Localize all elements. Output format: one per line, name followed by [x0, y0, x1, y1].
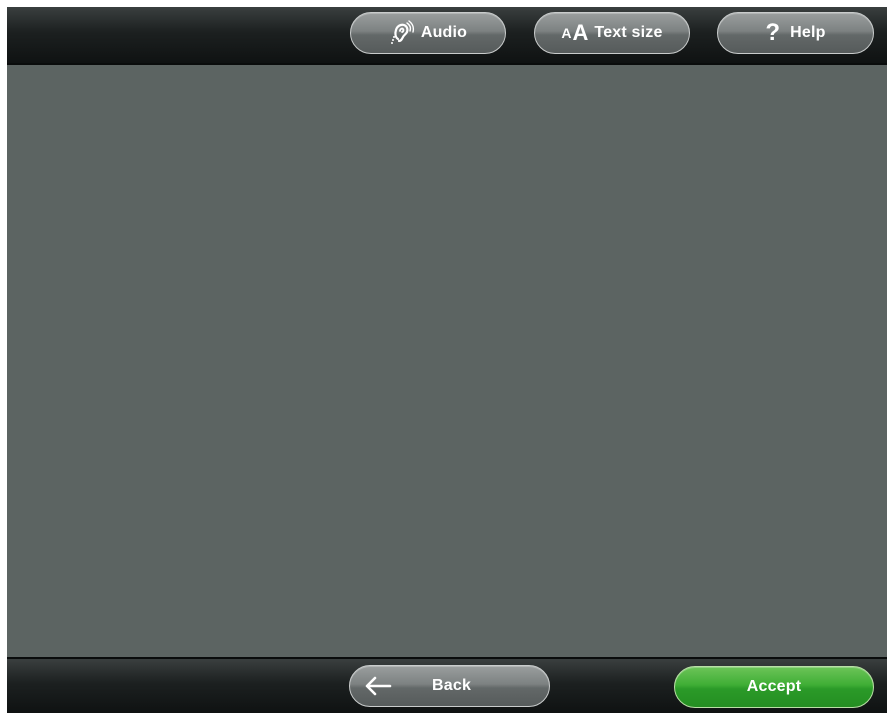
help-button[interactable]: ? Help [717, 12, 874, 54]
arrow-left-icon [364, 676, 392, 696]
audio-button-label: Audio [420, 24, 468, 41]
main-content-area [7, 65, 887, 657]
top-toolbar: Audio AA Text size ? Help [7, 7, 887, 65]
text-size-button[interactable]: AA Text size [534, 12, 690, 54]
text-size-button-label: Text size [594, 24, 663, 41]
audio-button[interactable]: Audio [350, 12, 506, 54]
accept-button-label: Accept [746, 678, 802, 695]
back-button-label: Back [432, 677, 472, 694]
kiosk-screen: Audio AA Text size ? Help Back Accept [7, 7, 887, 713]
help-button-label: Help [790, 24, 826, 41]
back-button[interactable]: Back [349, 665, 550, 707]
question-mark-icon: ? [765, 19, 781, 46]
text-size-icon: AA [561, 20, 588, 46]
accept-button[interactable]: Accept [674, 666, 874, 708]
text-size-icon-small-a: A [561, 25, 572, 41]
hearing-ear-icon [389, 20, 415, 46]
text-size-icon-big-a: A [572, 20, 589, 45]
